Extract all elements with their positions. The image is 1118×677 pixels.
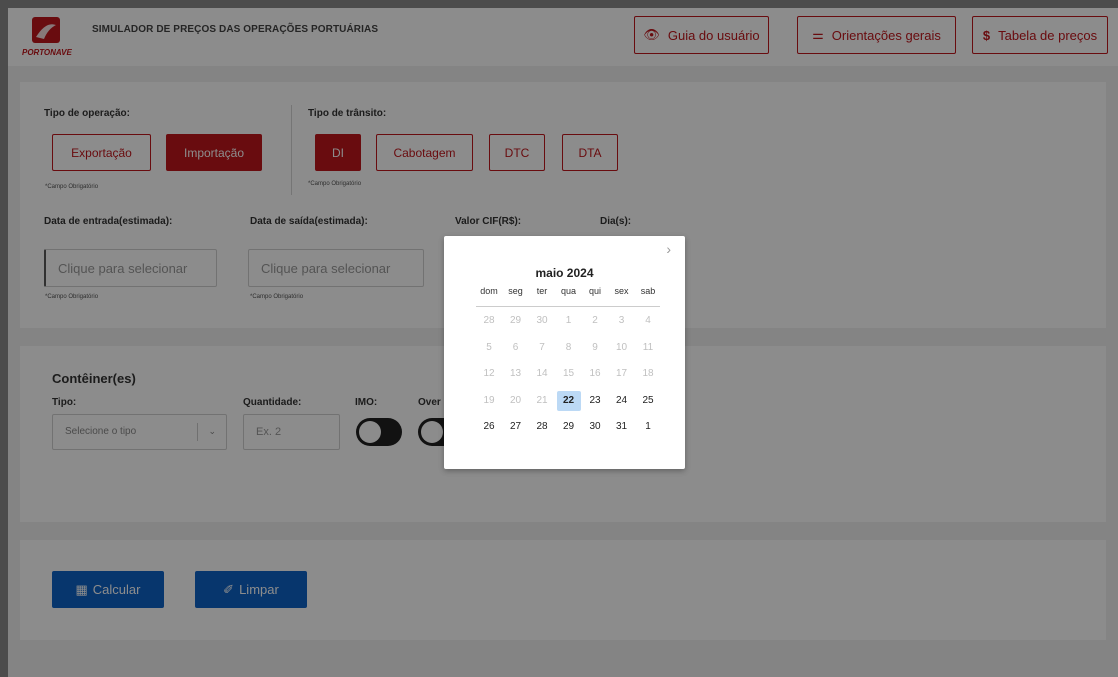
- day-cell: 2: [592, 315, 598, 326]
- day-cell: 13: [509, 368, 522, 379]
- day-cell: 10: [615, 341, 628, 353]
- day-cell[interactable]: 24: [610, 391, 634, 411]
- day-cell: 19: [483, 394, 495, 406]
- day-cell[interactable]: 26: [477, 417, 501, 437]
- day-cell: 20: [509, 394, 522, 406]
- weekday-ter: ter: [536, 286, 548, 296]
- weekday-qua: qua: [560, 286, 577, 296]
- datepicker-popup: › maio 2024 dom seg ter qua qui sex sab 28 29 30…: [444, 236, 685, 469]
- datepicker-month: maio 2024: [535, 266, 594, 280]
- weekday-sex: sex: [614, 286, 629, 296]
- day-cell: 17: [615, 368, 628, 379]
- day-cell[interactable]: 31: [610, 417, 634, 437]
- day-cell[interactable]: 25: [636, 391, 660, 411]
- day-cell: 9: [592, 341, 598, 353]
- day-cell: 28: [483, 315, 495, 326]
- day-cell[interactable]: 30: [583, 417, 607, 437]
- weekday-qui: qui: [588, 286, 601, 296]
- day-cell: 4: [645, 315, 651, 326]
- day-cell: 16: [589, 368, 601, 379]
- day-cell: 11: [642, 341, 654, 353]
- day-cell[interactable]: 28: [530, 417, 554, 437]
- day-cell[interactable]: 29: [557, 417, 581, 437]
- day-cell: 21: [536, 394, 548, 406]
- day-cell: 18: [642, 368, 654, 379]
- day-cell[interactable]: 27: [504, 417, 528, 437]
- day-cell: 3: [618, 315, 625, 326]
- weekday-seg: seg: [508, 286, 523, 296]
- weekday-header: dom seg ter qua qui sex sab: [476, 286, 660, 307]
- day-cell: 1: [565, 315, 572, 326]
- day-cell: 7: [539, 341, 545, 353]
- weekday-sab: sab: [640, 286, 656, 296]
- day-cell[interactable]: 1: [636, 417, 660, 437]
- weekday-dom: dom: [480, 286, 498, 296]
- day-cell: 15: [562, 368, 575, 379]
- chevron-right-icon[interactable]: ›: [666, 241, 671, 257]
- day-cell-today[interactable]: 22: [556, 390, 581, 411]
- day-cell: 8: [565, 341, 572, 353]
- day-cell: 14: [536, 368, 548, 379]
- day-cell: 29: [509, 315, 522, 326]
- day-cell: 12: [483, 368, 495, 379]
- day-cell: 5: [486, 341, 492, 353]
- day-cell: 30: [536, 315, 548, 326]
- day-cell: 6: [512, 341, 519, 353]
- day-cell[interactable]: 23: [583, 391, 607, 411]
